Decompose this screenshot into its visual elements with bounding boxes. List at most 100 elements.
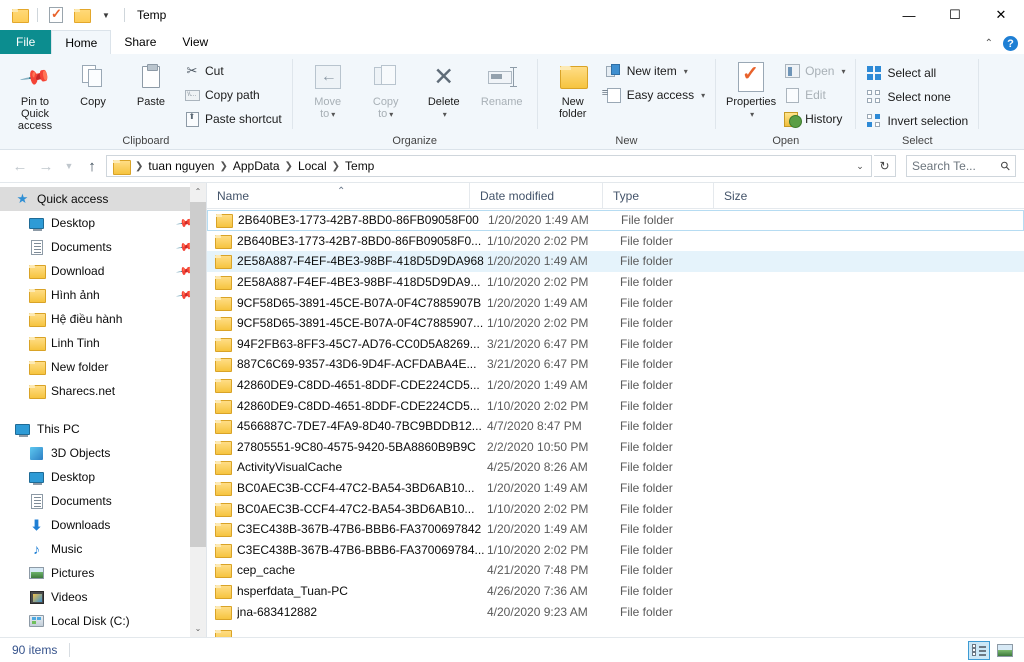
chevron-right-icon[interactable]: ❯ <box>133 161 145 172</box>
tab-file[interactable]: File <box>0 30 52 54</box>
tab-home[interactable]: Home <box>51 30 112 54</box>
pin-to-quick-access-button[interactable]: 📌 Pin to Quick access <box>6 58 64 132</box>
sidebar-item-this-pc[interactable]: This PC <box>0 417 206 441</box>
move-to-button[interactable]: Moveto▾ <box>299 58 357 121</box>
paste-button[interactable]: Paste <box>122 58 180 108</box>
sidebar-item-documents-pc[interactable]: Documents <box>0 489 206 513</box>
paste-shortcut-button[interactable]: Paste shortcut <box>180 108 286 130</box>
select-all-button[interactable]: Select all <box>862 62 972 84</box>
maximize-button[interactable]: ☐ <box>932 0 978 30</box>
back-button[interactable]: ← <box>8 154 32 178</box>
table-row[interactable]: 27805551-9C80-4575-9420-5BA8860B9B9C 2/2… <box>207 437 1024 458</box>
copy-to-button[interactable]: Copy to ▾ <box>357 58 415 121</box>
up-button[interactable]: ↑ <box>80 154 104 178</box>
navigation-scrollbar[interactable]: ⌃ ⌄ <box>190 183 206 637</box>
sidebar-item-download[interactable]: Download 📌 <box>0 259 206 283</box>
refresh-button[interactable]: ↻ <box>874 155 896 177</box>
table-row[interactable]: jna-683412882 4/20/2020 9:23 AM File fol… <box>207 601 1024 622</box>
recent-locations-button[interactable]: ▼ <box>60 154 78 178</box>
breadcrumb-item-user[interactable]: tuan nguyen <box>145 159 217 173</box>
qat-folder-button[interactable] <box>8 4 30 26</box>
tab-view[interactable]: View <box>169 30 221 54</box>
breadcrumb-item-local[interactable]: Local <box>295 159 330 173</box>
scroll-down-button[interactable]: ⌄ <box>190 620 206 637</box>
column-header-name[interactable]: Name ⌃ <box>207 183 469 209</box>
large-icons-view-button[interactable] <box>994 641 1016 660</box>
chevron-right-icon[interactable]: ❯ <box>283 161 295 172</box>
sidebar-item-desktop-quick[interactable]: Desktop 📌 <box>0 211 206 235</box>
breadcrumb[interactable]: ❯ tuan nguyen ❯ AppData ❯ Local ❯ Temp ⌄ <box>106 155 872 177</box>
sidebar-item-sharecs-net[interactable]: Sharecs.net <box>0 379 206 403</box>
chevron-up-icon[interactable]: ⌃ <box>985 38 993 49</box>
properties-button[interactable]: Properties ▾ <box>722 58 780 121</box>
table-row[interactable]: cep_cache 4/21/2020 7:48 PM File folder <box>207 560 1024 581</box>
address-dropdown-icon[interactable]: ⌄ <box>851 161 869 172</box>
sidebar-item-quick-access[interactable]: ★ Quick access <box>0 187 206 211</box>
table-row-partial[interactable] <box>207 622 1024 637</box>
sidebar-item-desktop-pc[interactable]: Desktop <box>0 465 206 489</box>
copy-path-button[interactable]: \\… Copy path <box>180 84 286 106</box>
sidebar-item-3d-objects[interactable]: 3D Objects <box>0 441 206 465</box>
sidebar-item-documents-quick[interactable]: Documents 📌 <box>0 235 206 259</box>
delete-button[interactable]: ✕ Delete ▾ <box>415 58 473 121</box>
sidebar-item-music[interactable]: ♪ Music <box>0 537 206 561</box>
sidebar-item-hinh-anh[interactable]: Hình ảnh 📌 <box>0 283 206 307</box>
table-row[interactable]: hsperfdata_Tuan-PC 4/26/2020 7:36 AM Fil… <box>207 581 1024 602</box>
chevron-right-icon[interactable]: ❯ <box>330 161 342 172</box>
sidebar-item-downloads-pc[interactable]: ⬇ Downloads <box>0 513 206 537</box>
easy-access-button[interactable]: Easy access ▾ <box>602 84 709 106</box>
table-row[interactable]: 887C6C69-9357-43D6-9D4F-ACFDABA4E... 3/2… <box>207 354 1024 375</box>
table-row[interactable]: 4566887C-7DE7-4FA9-8D40-7BC9BDDB12... 4/… <box>207 416 1024 437</box>
sidebar-item-pictures[interactable]: Pictures <box>0 561 206 585</box>
edit-button[interactable]: Edit <box>780 84 849 106</box>
sidebar-item-local-disk-c[interactable]: Local Disk (C:) <box>0 609 206 633</box>
qat-new-folder-button[interactable] <box>70 4 92 26</box>
search-input[interactable]: Search Te... ⚲ <box>906 155 1016 177</box>
sidebar-item-new-folder[interactable]: New folder <box>0 355 206 379</box>
column-header-date-modified[interactable]: Date modified <box>469 182 602 209</box>
tab-share[interactable]: Share <box>111 30 169 54</box>
sidebar-item-he-dieu-hanh[interactable]: Hệ điều hành <box>0 307 206 331</box>
history-button[interactable]: History <box>780 108 849 130</box>
qat-properties-button[interactable] <box>45 4 67 26</box>
new-folder-button[interactable]: New folder <box>544 58 602 120</box>
sidebar-item-videos[interactable]: Videos <box>0 585 206 609</box>
cut-button[interactable]: ✂ Cut <box>180 60 286 82</box>
table-row[interactable]: 42860DE9-C8DD-4651-8DDF-CDE224CD5... 1/2… <box>207 375 1024 396</box>
divider <box>69 643 71 657</box>
table-row[interactable]: C3EC438B-367B-47B6-BBB6-FA370069784... 1… <box>207 540 1024 561</box>
table-row[interactable]: 94F2FB63-8FF3-45C7-AD76-CC0D5A8269... 3/… <box>207 334 1024 355</box>
scroll-up-button[interactable]: ⌃ <box>190 183 206 200</box>
table-row[interactable]: 9CF58D65-3891-45CE-B07A-0F4C7885907... 1… <box>207 313 1024 334</box>
help-icon[interactable]: ? <box>1003 36 1018 51</box>
new-item-button[interactable]: New item ▾ <box>602 60 709 82</box>
table-row[interactable]: 2E58A887-F4EF-4BE3-98BF-418D5D9DA9... 1/… <box>207 272 1024 293</box>
scrollbar-thumb[interactable] <box>190 202 206 547</box>
sidebar-item-linh-tinh[interactable]: Linh Tinh <box>0 331 206 355</box>
invert-selection-button[interactable]: Invert selection <box>862 110 972 132</box>
table-row[interactable]: 9CF58D65-3891-45CE-B07A-0F4C7885907B 1/2… <box>207 292 1024 313</box>
table-row[interactable]: C3EC438B-367B-47B6-BBB6-FA3700697842 1/2… <box>207 519 1024 540</box>
rename-button[interactable]: Rename <box>473 58 531 108</box>
table-row[interactable]: BC0AEC3B-CCF4-47C2-BA54-3BD6AB10... 1/10… <box>207 498 1024 519</box>
details-view-icon <box>972 644 986 656</box>
table-row[interactable]: 42860DE9-C8DD-4651-8DDF-CDE224CD5... 1/1… <box>207 395 1024 416</box>
table-row[interactable]: 2B640BE3-1773-42B7-8BD0-86FB09058F0... 1… <box>207 231 1024 252</box>
qat-customize-button[interactable]: ▼ <box>95 4 117 26</box>
table-row[interactable]: 2B640BE3-1773-42B7-8BD0-86FB09058F00 1/2… <box>207 210 1024 231</box>
table-row[interactable]: BC0AEC3B-CCF4-47C2-BA54-3BD6AB10... 1/20… <box>207 478 1024 499</box>
column-header-size[interactable]: Size <box>713 182 793 209</box>
copy-button[interactable]: Copy <box>64 58 122 108</box>
table-row[interactable]: ActivityVisualCache 4/25/2020 8:26 AM Fi… <box>207 457 1024 478</box>
chevron-right-icon[interactable]: ❯ <box>217 161 229 172</box>
forward-button[interactable]: → <box>34 154 58 178</box>
select-none-button[interactable]: Select none <box>862 86 972 108</box>
breadcrumb-item-temp[interactable]: Temp <box>342 159 377 173</box>
minimize-button[interactable]: — <box>886 0 932 30</box>
open-button[interactable]: Open ▾ <box>780 60 849 82</box>
details-view-button[interactable] <box>968 640 990 660</box>
close-button[interactable]: ✕ <box>978 0 1024 30</box>
column-header-type[interactable]: Type <box>602 182 713 209</box>
table-row[interactable]: 2E58A887-F4EF-4BE3-98BF-418D5D9DA968 1/2… <box>207 251 1024 272</box>
breadcrumb-item-appdata[interactable]: AppData <box>230 159 283 173</box>
